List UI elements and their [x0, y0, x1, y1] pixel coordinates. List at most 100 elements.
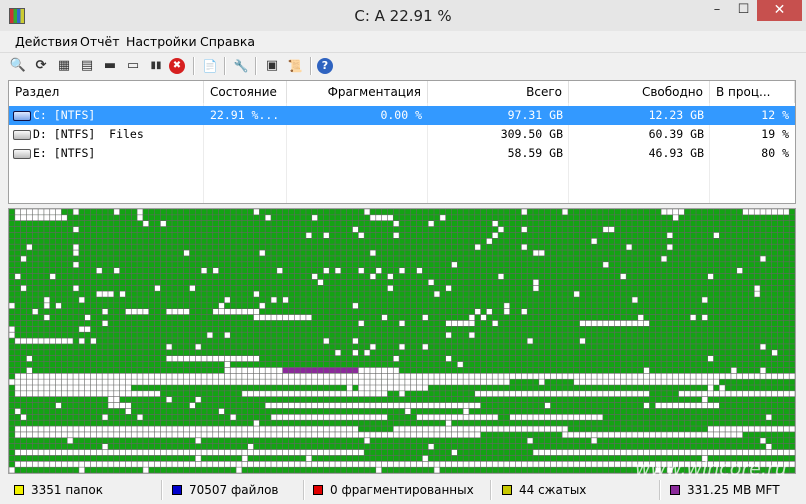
- free-cluster: [218, 408, 225, 415]
- free-cluster: [247, 449, 254, 456]
- search-icon[interactable]: 🔍: [8, 56, 28, 76]
- free-cluster: [789, 426, 795, 432]
- free-cluster: [311, 449, 318, 456]
- column-header-volume[interactable]: Раздел: [9, 81, 204, 103]
- free-cluster: [14, 385, 21, 391]
- free-cluster: [102, 431, 108, 438]
- help-icon[interactable]: ?: [317, 58, 333, 74]
- free-cluster: [20, 214, 27, 221]
- free-cluster: [387, 379, 394, 385]
- menu-actions[interactable]: Действия: [15, 34, 78, 49]
- free-cluster: [661, 255, 667, 262]
- menu-report[interactable]: Отчёт: [80, 34, 119, 49]
- free-cluster: [271, 449, 277, 456]
- free-cluster: [381, 402, 388, 409]
- free-cluster: [533, 426, 539, 432]
- volume-row-c[interactable]: C: [NTFS] 22.91 %... 0.00 % 97.31 GB 12.…: [9, 106, 795, 125]
- volume-row-e[interactable]: E: [NTFS] 58.59 GB 46.93 GB 80 %: [9, 144, 795, 163]
- free-cluster: [195, 437, 202, 444]
- free-cluster: [760, 373, 766, 380]
- free-cluster: [597, 390, 603, 397]
- free-cluster: [591, 320, 598, 327]
- free-cluster: [335, 267, 341, 274]
- pause-icon[interactable]: ▮▮: [146, 56, 166, 76]
- free-cluster: [166, 308, 173, 315]
- free-cluster: [96, 426, 103, 432]
- free-cluster: [736, 390, 743, 397]
- free-cluster: [393, 379, 400, 385]
- free-cluster: [533, 449, 539, 456]
- defrag-icon[interactable]: ▦: [54, 56, 74, 76]
- menu-help[interactable]: Справка: [200, 34, 255, 49]
- free-cluster: [113, 426, 120, 432]
- minimize-button[interactable]: –: [704, 0, 730, 21]
- free-cluster: [707, 373, 714, 380]
- free-cluster: [294, 402, 301, 409]
- free-cluster: [119, 291, 126, 297]
- free-cluster: [317, 449, 324, 456]
- free-cluster: [247, 379, 254, 385]
- free-cluster: [765, 426, 772, 432]
- column-header-percent[interactable]: В проц...: [710, 81, 795, 103]
- free-cluster: [626, 390, 632, 397]
- free-cluster: [661, 402, 667, 409]
- free-cluster: [556, 373, 563, 380]
- free-cluster: [713, 379, 720, 385]
- column-header-fragmentation[interactable]: Фрагментация: [287, 81, 428, 103]
- refresh-icon[interactable]: ⟳: [31, 56, 51, 76]
- close-button[interactable]: ✕: [757, 0, 802, 21]
- free-cluster: [393, 355, 400, 362]
- free-cluster: [550, 461, 557, 468]
- free-cluster: [43, 390, 50, 397]
- volume-row-d[interactable]: D: [NTFS] Files 309.50 GB 60.39 GB 19 %: [9, 125, 795, 144]
- stop-icon[interactable]: ▭: [123, 56, 143, 76]
- free-cluster: [119, 402, 126, 409]
- cancel-icon[interactable]: ✖: [169, 58, 185, 74]
- column-header-status[interactable]: Состояние: [204, 81, 287, 103]
- free-cluster: [247, 461, 254, 468]
- free-cluster: [567, 390, 574, 397]
- free-cluster: [259, 461, 266, 468]
- free-cluster: [271, 426, 277, 432]
- free-cluster: [183, 449, 190, 456]
- free-cluster: [142, 461, 149, 468]
- free-cluster: [591, 390, 598, 397]
- script-icon[interactable]: 📜: [285, 56, 305, 76]
- free-cluster: [538, 379, 545, 385]
- free-cluster: [189, 379, 196, 385]
- free-cluster: [410, 385, 417, 391]
- column-header-free[interactable]: Свободно: [569, 81, 710, 103]
- free-cluster: [195, 343, 202, 350]
- free-cluster: [550, 426, 557, 432]
- settings-wrench-icon[interactable]: 🔧: [231, 56, 251, 76]
- free-cluster: [457, 379, 464, 385]
- free-cluster: [509, 373, 516, 380]
- free-cluster: [142, 431, 149, 438]
- free-cluster: [125, 379, 132, 385]
- free-cluster: [177, 461, 184, 468]
- free-cluster: [294, 373, 301, 380]
- free-cluster: [451, 379, 458, 385]
- optimize-icon[interactable]: ▤: [77, 56, 97, 76]
- free-cluster: [352, 226, 359, 233]
- column-header-total[interactable]: Всего: [428, 81, 569, 103]
- free-cluster: [684, 431, 691, 438]
- free-cluster: [556, 414, 563, 421]
- free-cluster: [137, 373, 143, 380]
- menu-settings[interactable]: Настройки: [126, 34, 197, 49]
- report-icon[interactable]: 📄: [200, 56, 220, 76]
- free-cluster: [457, 426, 464, 432]
- free-cluster: [579, 373, 586, 380]
- free-cluster: [305, 455, 312, 462]
- free-cluster: [142, 467, 149, 473]
- free-cluster: [107, 402, 114, 409]
- free-cluster: [329, 449, 336, 456]
- free-cluster: [672, 402, 679, 409]
- console-icon[interactable]: ▣: [262, 56, 282, 76]
- cluster-map[interactable]: [8, 208, 796, 474]
- mft-icon[interactable]: ▬: [100, 56, 120, 76]
- maximize-button[interactable]: ☐: [730, 0, 757, 21]
- free-cluster: [177, 379, 184, 385]
- free-cluster: [294, 414, 301, 421]
- free-cluster: [771, 390, 778, 397]
